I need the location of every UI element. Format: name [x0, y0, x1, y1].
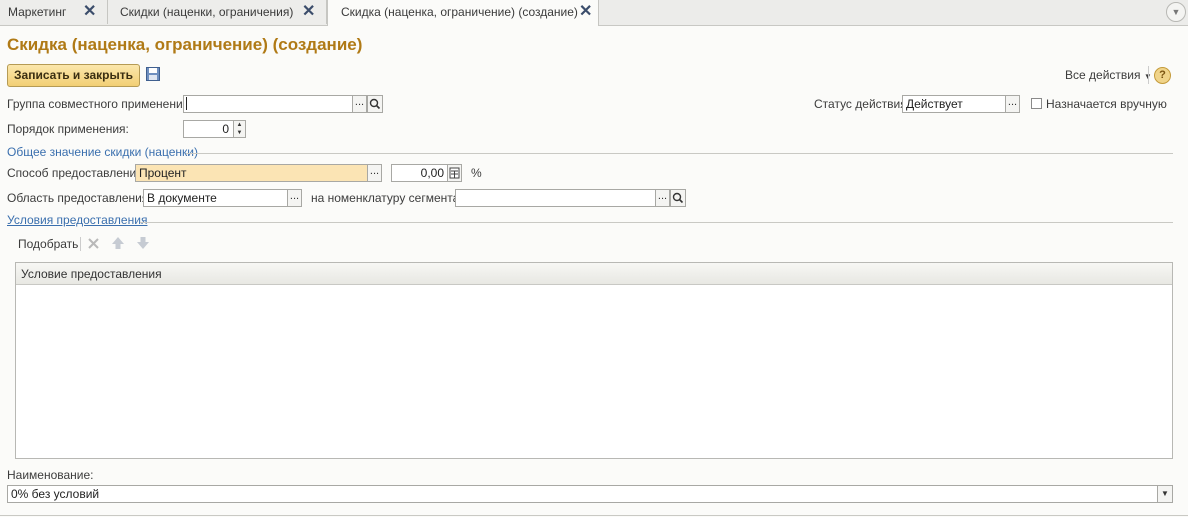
page-title: Скидка (наценка, ограничение) (создание) [7, 35, 363, 54]
conditions-table[interactable]: Условие предоставления [15, 262, 1173, 459]
tab-marketing[interactable]: Маркетинг ✕ [0, 0, 108, 24]
arrow-down-icon[interactable] [136, 236, 150, 250]
all-actions-label: Все действия [1065, 68, 1141, 82]
pick-button[interactable]: Подобрать [18, 237, 78, 251]
name-input[interactable]: 0% без условий [7, 485, 1158, 503]
name-dropdown-button[interactable]: ▼ [1157, 485, 1173, 503]
order-label: Порядок применения: [7, 122, 129, 136]
manual-label: Назначается вручную [1046, 97, 1167, 111]
group-input[interactable] [183, 95, 353, 113]
tab-label: Маркетинг [8, 5, 67, 19]
segment-select-button[interactable]: ... [655, 189, 670, 207]
magnifier-icon[interactable] [670, 189, 686, 207]
name-label: Наименование: [7, 468, 94, 482]
status-input[interactable]: Действует [902, 95, 1006, 113]
calculator-icon[interactable] [447, 164, 462, 182]
manual-checkbox[interactable] [1031, 98, 1042, 109]
segment-input[interactable] [455, 189, 656, 207]
section-divider [140, 222, 1173, 223]
status-label: Статус действия: [814, 97, 911, 111]
group-label: Группа совместного применения: [7, 97, 193, 111]
toolbar-divider [80, 237, 81, 251]
bottom-border [0, 515, 1188, 516]
text-cursor [186, 97, 187, 110]
order-input[interactable]: 0 [183, 120, 234, 138]
all-actions-menu[interactable]: Все действия ▼ [1065, 68, 1152, 82]
save-and-close-button[interactable]: Записать и закрыть [7, 64, 140, 87]
help-icon[interactable]: ? [1154, 67, 1171, 84]
close-icon[interactable]: ✕ [83, 0, 96, 24]
percent-sign: % [471, 166, 482, 180]
segment-label: на номенклатуру сегмента: [311, 191, 463, 205]
tab-label: Скидка (наценка, ограничение) (создание) [341, 5, 578, 19]
arrow-up-icon[interactable] [111, 236, 125, 250]
method-select-button[interactable]: ... [367, 164, 382, 182]
section-divider [186, 153, 1173, 154]
section-general-title: Общее значение скидки (наценки) [7, 145, 198, 159]
status-select-button[interactable]: ... [1005, 95, 1020, 113]
x-delete-icon[interactable] [87, 237, 100, 250]
area-input[interactable]: В документе [143, 189, 288, 207]
tab-discounts-list[interactable]: Скидки (наценки, ограничения) ✕ [108, 0, 327, 24]
method-label: Способ предоставления: [7, 166, 147, 180]
floppy-disk-icon[interactable] [146, 67, 160, 81]
tab-bar: Маркетинг ✕ Скидки (наценки, ограничения… [0, 0, 1188, 26]
order-stepper[interactable]: ▲ ▼ [233, 120, 246, 138]
area-select-button[interactable]: ... [287, 189, 302, 207]
magnifier-icon[interactable] [367, 95, 383, 113]
close-icon[interactable]: ✕ [579, 0, 592, 24]
close-icon[interactable]: ✕ [302, 0, 315, 24]
group-select-button[interactable]: ... [352, 95, 367, 113]
tab-label: Скидки (наценки, ограничения) [120, 5, 294, 19]
triangle-down-icon: ▼ [1161, 489, 1169, 498]
method-input[interactable]: Процент [135, 164, 368, 182]
column-header-condition[interactable]: Условие предоставления [21, 267, 162, 281]
tab-discount-create[interactable]: Скидка (наценка, ограничение) (создание)… [327, 0, 599, 26]
amount-input[interactable]: 0,00 [391, 164, 448, 182]
table-header: Условие предоставления [16, 263, 1172, 285]
tab-list-chevron-icon[interactable]: ▼ [1166, 2, 1186, 22]
area-label: Область предоставления: [7, 191, 152, 205]
toolbar-divider [1148, 66, 1149, 84]
conditions-link[interactable]: Условия предоставления [7, 213, 147, 227]
